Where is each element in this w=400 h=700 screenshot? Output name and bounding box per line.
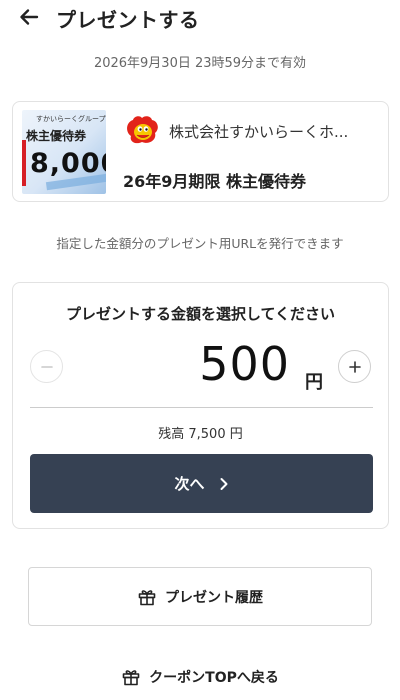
amount-value: 500 bbox=[199, 337, 290, 391]
present-history-label: プレゼント履歴 bbox=[165, 589, 263, 606]
amount-divider bbox=[30, 407, 373, 408]
arrow-left-icon bbox=[20, 9, 39, 25]
thumbnail-group-text: すかいらーくグループ bbox=[36, 115, 106, 123]
present-history-button[interactable]: プレゼント履歴 bbox=[28, 567, 372, 626]
back-button[interactable] bbox=[16, 4, 42, 30]
coupon-card: すかいらーくグループ 株主優待券 8,000 株式会社すかいらーくホ... 26… bbox=[12, 101, 389, 202]
gift-icon bbox=[122, 670, 140, 686]
company-row: 株式会社すかいらーくホ... bbox=[123, 112, 383, 152]
minus-icon bbox=[40, 365, 53, 368]
coupon-name: 26年9月期限 株主優待券 bbox=[123, 172, 306, 191]
company-name: 株式会社すかいらーくホ... bbox=[169, 123, 349, 141]
coupon-top-label: クーポンTOPへ戻る bbox=[149, 670, 279, 686]
amount-unit: 円 bbox=[305, 372, 323, 393]
next-button-label: 次へ bbox=[174, 475, 205, 493]
plus-icon bbox=[348, 360, 361, 373]
increase-amount-button[interactable] bbox=[338, 350, 371, 383]
next-button[interactable]: 次へ bbox=[30, 454, 373, 513]
coupon-top-link[interactable]: クーポンTOPへ戻る bbox=[0, 667, 400, 687]
thumbnail-title: 株主優待券 bbox=[26, 129, 87, 143]
page-title: プレゼントする bbox=[56, 8, 200, 32]
description-text: 指定した金額分のプレゼント用URLを発行できます bbox=[56, 236, 344, 251]
header: プレゼントする bbox=[0, 0, 400, 36]
balance-text: 残高 7,500 円 bbox=[158, 427, 243, 442]
thumbnail-stripe bbox=[22, 140, 26, 186]
amount-heading: プレゼントする金額を選択してください bbox=[65, 305, 336, 323]
amount-selector-card: プレゼントする金額を選択してください 500 円 残高 7,500 円 次へ bbox=[12, 282, 389, 529]
decrease-amount-button[interactable] bbox=[30, 350, 63, 383]
validity-text: 2026年9月30日 23時59分まで有効 bbox=[93, 56, 307, 71]
coupon-thumbnail: すかいらーくグループ 株主優待券 8,000 bbox=[22, 110, 106, 194]
thumbnail-amount: 8,000 bbox=[30, 148, 106, 179]
chevron-right-icon bbox=[220, 477, 227, 490]
gift-icon bbox=[138, 589, 156, 605]
company-logo-icon bbox=[127, 116, 158, 144]
